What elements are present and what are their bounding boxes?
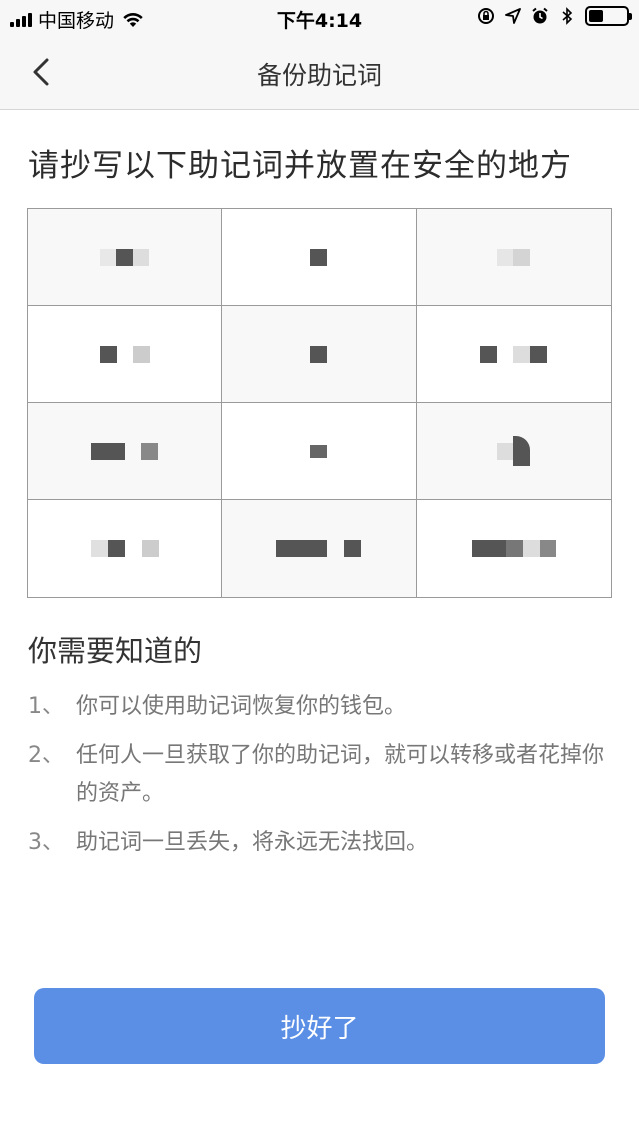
tip-item: 3、 助记词一旦丢失，将永远无法找回。 [28,824,618,862]
mnemonic-word-3 [416,209,611,306]
mnemonic-word-2 [222,209,417,306]
mnemonic-word-5 [222,306,417,403]
tip-text: 助记词一旦丢失，将永远无法找回。 [76,830,429,855]
tip-item: 1、 你可以使用助记词恢复你的钱包。 [28,688,618,726]
tip-text: 任何人一旦获取了你的助记词，就可以转移或者花掉你的资产。 [76,743,605,806]
location-icon [505,8,521,24]
tip-text: 你可以使用助记词恢复你的钱包。 [76,694,407,719]
mnemonic-word-9 [416,403,611,500]
mnemonic-word-11 [222,500,417,597]
status-right [477,6,632,26]
tip-item: 2、 任何人一旦获取了你的助记词，就可以转移或者花掉你的资产。 [28,737,618,813]
tips-list: 1、 你可以使用助记词恢复你的钱包。 2、 任何人一旦获取了你的助记词，就可以转… [28,688,618,873]
rotation-lock-icon [478,8,494,24]
mnemonic-word-4 [28,306,223,403]
tip-number: 2、 [28,743,64,768]
bluetooth-icon [562,7,573,25]
mnemonic-grid [27,208,612,598]
instruction-heading: 请抄写以下助记词并放置在安全的地方 [28,148,572,184]
mnemonic-word-12 [416,500,611,597]
battery-icon [585,6,632,26]
tip-number: 1、 [28,694,64,719]
tip-number: 3、 [28,830,64,855]
info-section-title: 你需要知道的 [28,634,203,668]
mnemonic-word-1 [28,209,223,306]
status-bar: 中国移动 下午4:14 [0,0,639,36]
mnemonic-word-6 [416,306,611,403]
page-title: 备份助记词 [256,61,382,90]
mnemonic-word-7 [28,403,223,500]
mnemonic-word-10 [28,500,223,597]
confirm-copied-button[interactable]: 抄好了 [34,988,605,1064]
alarm-icon [532,7,548,24]
nav-bar: 备份助记词 [0,36,639,110]
mnemonic-word-8 [222,403,417,500]
